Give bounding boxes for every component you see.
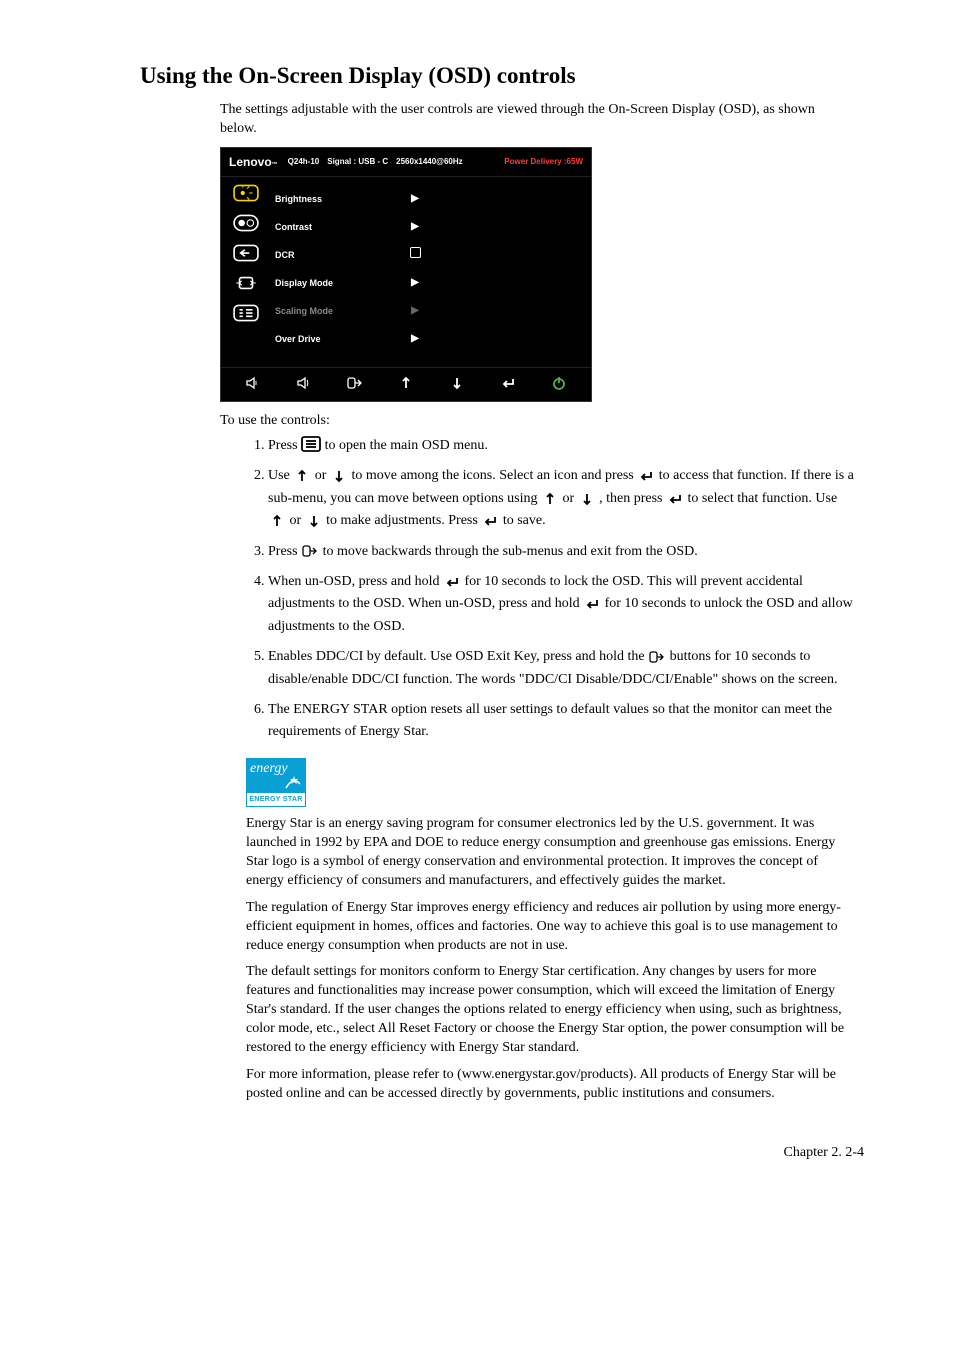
osd-resolution: 2560x1440@60Hz — [396, 157, 463, 168]
input-tab-icon — [233, 243, 259, 263]
osd-power-delivery: Power Delivery :65W — [504, 157, 583, 168]
up-arrow-icon — [268, 514, 286, 528]
paragraph: Energy Star is an energy saving program … — [246, 815, 854, 891]
enter-icon — [443, 575, 461, 589]
exit-icon — [648, 650, 666, 664]
contrast-tab-icon — [233, 213, 259, 233]
settings-tab-icon — [233, 303, 259, 323]
brightness-tab-icon — [233, 183, 259, 203]
paragraph: The regulation of Energy Star improves e… — [246, 899, 854, 956]
steps-list: Press to open the main OSD menu. Use or … — [246, 435, 854, 744]
osd-menu-row: Display Mode▶ — [271, 269, 471, 297]
paragraph: The default settings for monitors confor… — [246, 963, 854, 1057]
osd-menu-row: Contrast▶ — [271, 213, 471, 241]
step-6: The ENERGY STAR option resets all user s… — [268, 699, 854, 744]
down-arrow-icon — [305, 514, 323, 528]
enter-icon — [481, 514, 499, 528]
step-4: When un-OSD, press and hold for 10 secon… — [268, 571, 854, 638]
scaling-tab-icon — [233, 273, 259, 293]
paragraph: For more information, please refer to (w… — [246, 1066, 854, 1104]
osd-menu-row: Over Drive▶ — [271, 325, 471, 353]
energy-star-label: ENERGY STAR — [246, 792, 306, 807]
menu-icon — [301, 436, 321, 452]
energy-star-logo: energy ENERGY STAR — [246, 758, 306, 807]
volume-icon — [296, 376, 312, 393]
volume-mute-icon — [245, 376, 261, 393]
controls-intro: To use the controls: — [220, 412, 854, 431]
step-3: Press to move backwards through the sub-… — [268, 541, 854, 563]
osd-model: Q24h-10 — [288, 157, 320, 168]
enter-icon — [666, 492, 684, 506]
osd-menu-row: Brightness▶ — [271, 185, 471, 213]
page-number: Chapter 2. 2-4 — [80, 1144, 864, 1163]
enter-icon — [583, 597, 601, 611]
step-2: Use or to move among the icons. Select a… — [268, 465, 854, 532]
enter-icon — [500, 376, 516, 393]
page-title: Using the On-Screen Display (OSD) contro… — [140, 60, 874, 91]
exit-icon — [347, 376, 363, 393]
down-arrow-icon — [578, 492, 596, 506]
down-arrow-icon — [449, 376, 465, 393]
osd-brand: Lenovo™ — [229, 154, 278, 170]
osd-menu-row: DCR — [271, 241, 471, 269]
step-5: Enables DDC/CI by default. Use OSD Exit … — [268, 646, 854, 691]
osd-signal: Signal : USB - C — [327, 157, 388, 168]
exit-icon — [301, 544, 319, 558]
step-1: Press to open the main OSD menu. — [268, 435, 854, 457]
up-arrow-icon — [398, 376, 414, 393]
intro-text: The settings adjustable with the user co… — [220, 101, 854, 139]
power-icon — [551, 376, 567, 393]
up-arrow-icon — [541, 492, 559, 506]
up-arrow-icon — [293, 469, 311, 483]
osd-menu-row: Scaling Mode▶ — [271, 297, 471, 325]
osd-menu-list: Brightness▶ Contrast▶ DCR Display Mode▶ … — [271, 177, 471, 367]
osd-screenshot: Lenovo™ Q24h-10 Signal : USB - C 2560x14… — [220, 147, 592, 402]
enter-icon — [637, 469, 655, 483]
down-arrow-icon — [330, 469, 348, 483]
